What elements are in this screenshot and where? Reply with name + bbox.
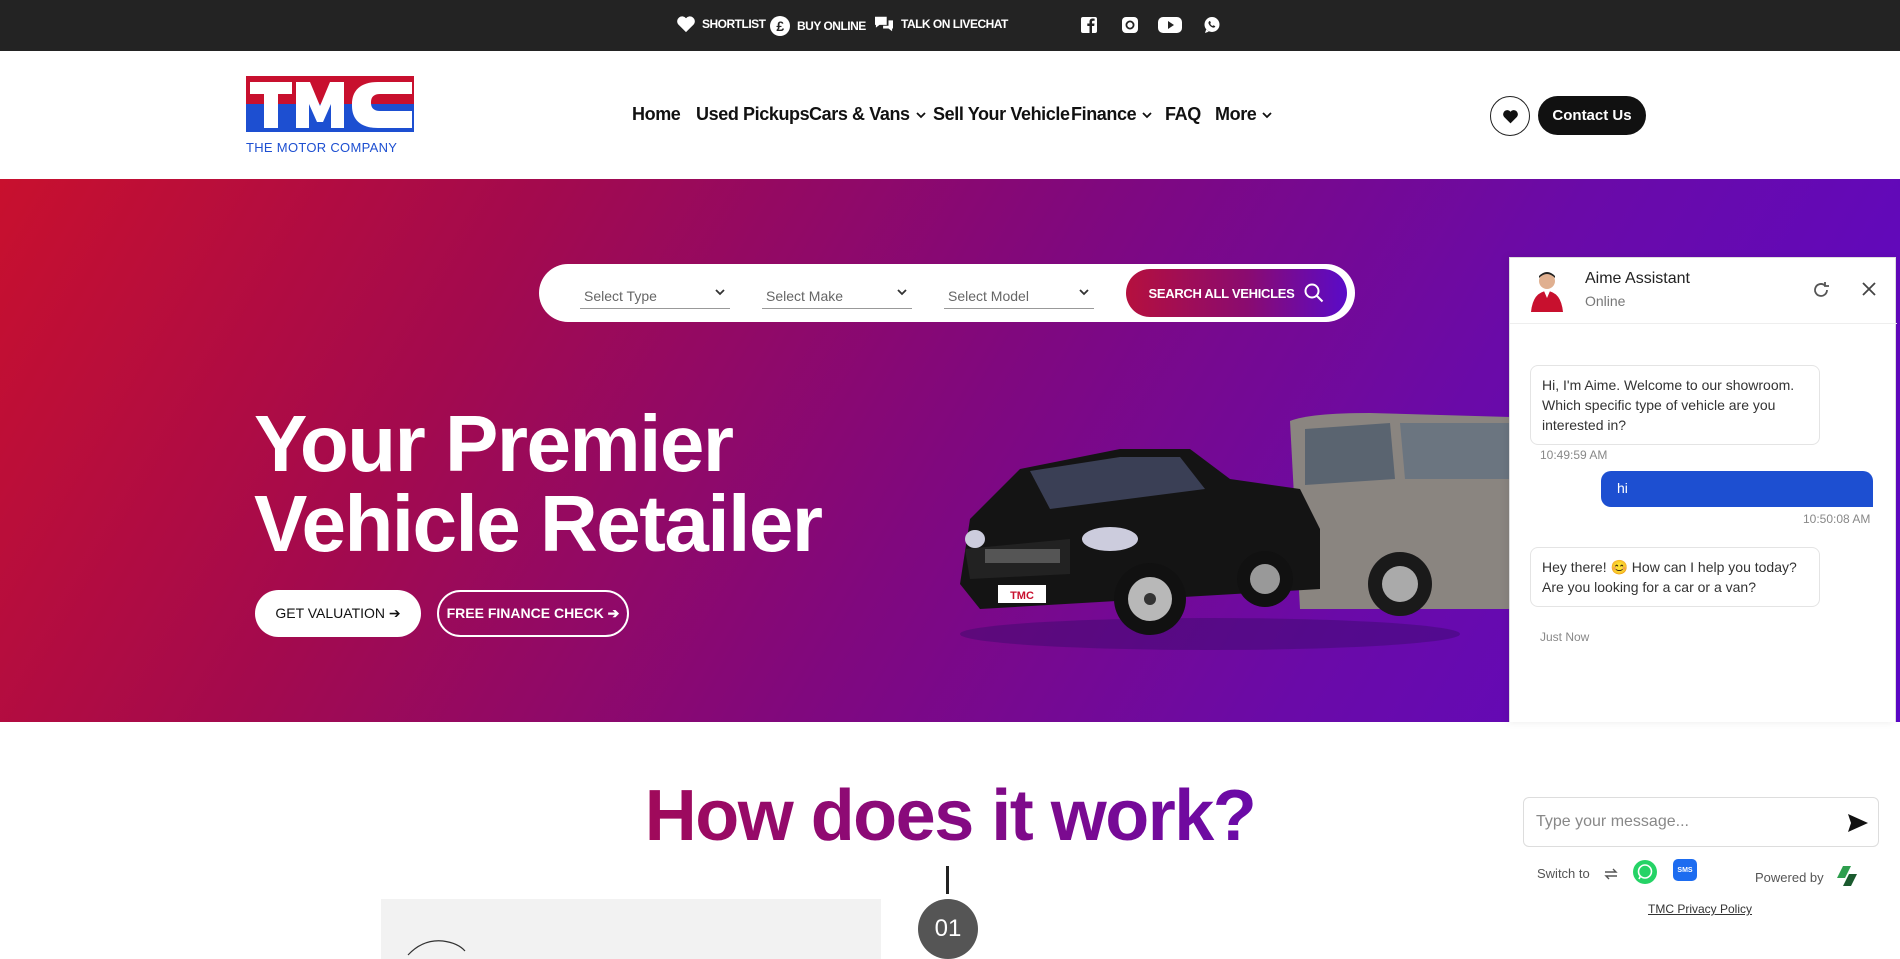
top-bar: SHORTLIST £ BUY ONLINE TALK ON LIVECHAT <box>0 0 1900 51</box>
instagram-link[interactable] <box>1118 14 1142 36</box>
whatsapp-icon <box>1204 17 1220 33</box>
car-outline-icon <box>407 940 466 956</box>
chevron-down-icon <box>916 111 926 118</box>
facebook-link[interactable] <box>1077 14 1101 36</box>
step-number-badge: 01 <box>918 899 978 959</box>
chevron-down-icon <box>715 289 725 296</box>
chevron-down-icon <box>1079 289 1089 296</box>
nav-home-label: Home <box>632 104 681 124</box>
chevron-down-icon <box>1262 111 1273 118</box>
chat-header: Aime Assistant Online <box>1510 258 1897 324</box>
main-navbar: THE MOTOR COMPANY Home Used Pickups Cars… <box>0 51 1900 179</box>
send-icon[interactable] <box>1847 813 1869 833</box>
heart-icon <box>1502 109 1518 123</box>
privacy-policy-link[interactable]: TMC Privacy Policy <box>1648 902 1752 916</box>
chat-bubbles-icon <box>875 16 893 32</box>
search-icon <box>1304 283 1324 303</box>
vehicles-illustration: TMC <box>960 413 1510 650</box>
chat-input-placeholder: Type your message... <box>1536 813 1689 830</box>
provider-logo-icon <box>1837 866 1857 886</box>
channel-switcher: Switch to SMS <box>1537 859 1697 884</box>
bot-message: Hi, I'm Aime. Welcome to our showroom. W… <box>1530 365 1820 445</box>
timeline-line <box>946 866 949 894</box>
nav-sell-vehicle[interactable]: Sell Your Vehicle <box>933 104 1070 125</box>
whatsapp-link[interactable] <box>1200 14 1224 36</box>
instagram-icon <box>1122 17 1138 33</box>
buy-online-link[interactable]: £ BUY ONLINE <box>769 15 866 37</box>
search-all-vehicles-button[interactable]: SEARCH ALL VEHICLES <box>1126 269 1347 317</box>
free-finance-check-button[interactable]: FREE FINANCE CHECK ➔ <box>437 590 629 637</box>
bot-message: Hey there! 😊 How can I help you today? A… <box>1530 547 1820 607</box>
assistant-avatar <box>1531 272 1563 312</box>
select-type-label: Select Type <box>584 288 657 304</box>
sms-icon-label: SMS <box>1677 866 1693 874</box>
select-model-label: Select Model <box>948 288 1029 304</box>
message-timestamp: 10:49:59 AM <box>1540 448 1608 462</box>
facebook-icon <box>1081 17 1097 33</box>
tmc-logo[interactable]: THE MOTOR COMPANY <box>246 76 416 156</box>
powered-by: Powered by <box>1755 866 1857 886</box>
chat-message-input[interactable]: Type your message... <box>1523 797 1879 847</box>
hero-vehicles-image: TMC <box>950 409 1510 659</box>
hero-title-line2: Vehicle Retailer <box>254 479 823 568</box>
hero-title-line1: Your Premier <box>254 399 734 488</box>
step-card <box>381 899 881 959</box>
nav-finance[interactable]: Finance <box>1071 104 1153 125</box>
pound-icon: £ <box>770 16 790 36</box>
shortlist-label: SHORTLIST <box>702 17 766 31</box>
chevron-down-icon <box>1142 111 1152 118</box>
favourites-button[interactable] <box>1490 96 1530 136</box>
nav-used-pickups-label: Used Pickups <box>696 104 810 124</box>
nav-cars-vans-label: Cars & Vans <box>809 104 910 124</box>
powered-by-label: Powered by <box>1755 870 1824 885</box>
vehicle-search-bar: Select Type Select Make Select Model SEA… <box>539 264 1355 322</box>
nav-finance-label: Finance <box>1071 104 1137 124</box>
nav-faq[interactable]: FAQ <box>1165 104 1201 125</box>
nav-cars-vans[interactable]: Cars & Vans <box>809 104 927 125</box>
svg-text:£: £ <box>776 18 784 34</box>
livechat-link[interactable]: TALK ON LIVECHAT <box>873 15 1008 33</box>
select-model-dropdown[interactable]: Select Model <box>944 283 1094 309</box>
assistant-name: Aime Assistant <box>1585 270 1690 287</box>
logo-subtitle: THE MOTOR COMPANY <box>246 140 398 155</box>
chat-widget: Aime Assistant Online Hi, I'm Aime. Welc… <box>1509 257 1897 722</box>
select-type-dropdown[interactable]: Select Type <box>580 283 730 309</box>
nav-home[interactable]: Home <box>632 104 681 125</box>
number-plate-text: TMC <box>1010 590 1034 602</box>
select-make-label: Select Make <box>766 288 844 304</box>
nav-more[interactable]: More <box>1215 104 1273 125</box>
user-message: hi <box>1601 471 1873 507</box>
close-icon[interactable] <box>1860 280 1878 298</box>
youtube-icon <box>1158 17 1182 33</box>
buy-online-label: BUY ONLINE <box>797 19 866 33</box>
chevron-down-icon <box>897 289 907 296</box>
search-button-label: SEARCH ALL VEHICLES <box>1148 285 1295 301</box>
get-valuation-button[interactable]: GET VALUATION ➔ <box>255 590 421 637</box>
whatsapp-icon[interactable] <box>1632 859 1658 885</box>
nav-sell-vehicle-label: Sell Your Vehicle <box>933 104 1070 124</box>
youtube-link[interactable] <box>1158 14 1182 36</box>
refresh-icon[interactable] <box>1810 279 1832 301</box>
nav-faq-label: FAQ <box>1165 104 1201 124</box>
select-make-dropdown[interactable]: Select Make <box>762 283 912 309</box>
message-timestamp: 10:50:08 AM <box>1803 512 1871 526</box>
nav-used-pickups[interactable]: Used Pickups <box>696 104 810 125</box>
message-timestamp: Just Now <box>1540 630 1590 644</box>
switch-to-label: Switch to <box>1537 866 1590 881</box>
heart-icon <box>677 16 695 33</box>
assistant-status: Online <box>1585 293 1626 309</box>
hero-title: Your Premier Vehicle Retailer <box>254 399 823 568</box>
livechat-label: TALK ON LIVECHAT <box>901 17 1008 31</box>
nav-more-label: More <box>1215 104 1257 124</box>
shortlist-link[interactable]: SHORTLIST <box>676 15 766 33</box>
contact-us-button[interactable]: Contact Us <box>1538 96 1646 135</box>
sms-icon[interactable]: SMS <box>1673 859 1697 881</box>
swap-arrows-icon <box>1604 868 1618 880</box>
how-it-works-title: How does it work? <box>644 776 1257 856</box>
